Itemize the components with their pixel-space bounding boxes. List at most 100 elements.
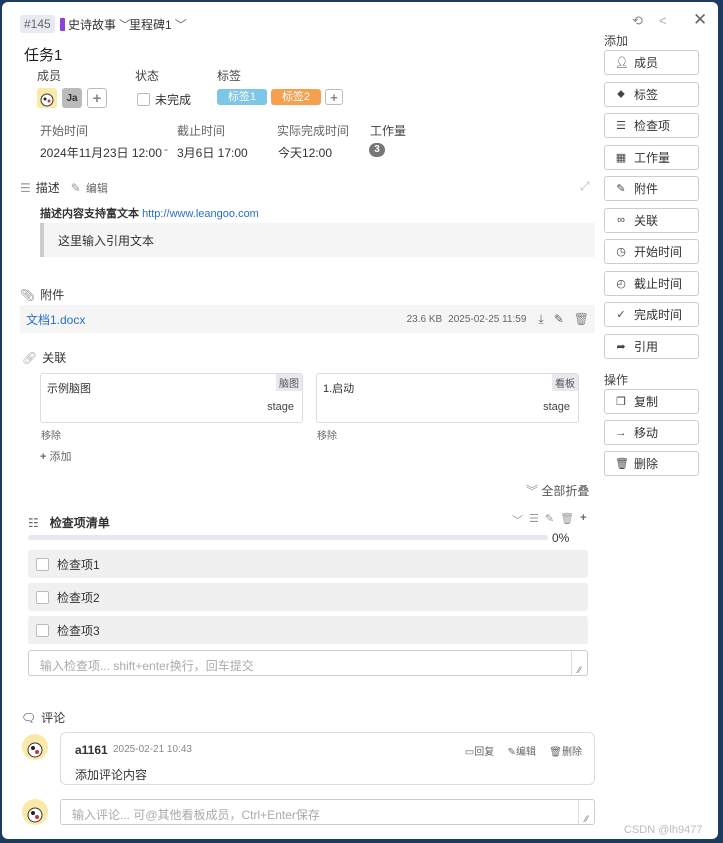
share-icon[interactable]: < xyxy=(659,13,667,28)
pencil-icon[interactable]: ✎ xyxy=(554,312,564,326)
chevron-down-icon[interactable]: ﹀ xyxy=(512,512,523,528)
relation-kind: 脑图 xyxy=(276,374,302,391)
tag-chip[interactable]: 标签1 xyxy=(217,89,267,105)
edit-icon[interactable]: ✎ xyxy=(71,181,81,195)
remove-relation-link[interactable]: 移除 xyxy=(317,427,337,442)
trash-icon[interactable]: 🗑︎ xyxy=(574,312,589,326)
paperclip-icon: ✎ xyxy=(616,183,626,195)
avatar[interactable] xyxy=(37,88,57,108)
milestone-label: 里程碑1 xyxy=(129,18,172,32)
relation-card[interactable]: 示例脑图 脑图 stage xyxy=(40,373,303,423)
delete-comment-button[interactable]: 🗑︎删除 xyxy=(549,747,582,758)
relations-header: 🔗︎ 关联 xyxy=(22,349,66,366)
finish-time-button[interactable]: ✓ 完成时间 xyxy=(604,302,699,327)
add-member-button[interactable]: + xyxy=(87,88,107,108)
attachment-name[interactable]: 文档1.docx xyxy=(26,311,85,328)
description-link[interactable]: http://www.leangoo.com xyxy=(142,208,259,220)
checkbox[interactable] xyxy=(36,590,49,604)
relation-kind: 看板 xyxy=(552,374,578,391)
checklist-item[interactable]: 检查项1 xyxy=(28,550,588,578)
status-toggle[interactable]: 未完成 xyxy=(137,91,191,108)
epic-dropdown[interactable]: 史诗故事 ﹀ xyxy=(60,16,131,33)
description-label: 描述 xyxy=(35,181,60,195)
move-button[interactable]: → 移动 xyxy=(604,420,699,445)
edit-comment-button[interactable]: ✎编辑 xyxy=(508,747,536,758)
checklist-input[interactable]: 输入检查项... shift+enter换行，回车提交 ⁄⁄ xyxy=(28,650,588,676)
checklist-item-label: 检查项1 xyxy=(57,557,100,572)
member-button[interactable]: 👤︎ 成员 xyxy=(604,50,699,75)
comment-actions: ▭回复 ✎编辑 🗑︎删除 xyxy=(455,743,582,758)
paperclip-icon: 📎︎ xyxy=(20,287,36,302)
resize-handle[interactable]: ⁄⁄ xyxy=(578,800,594,824)
reply-button[interactable]: ▭回复 xyxy=(465,747,494,758)
relation-stage: stage xyxy=(267,401,294,413)
plus-icon: + xyxy=(40,451,47,463)
add-tag-button[interactable]: + xyxy=(325,89,343,105)
description-text: 描述内容支持富文本 http://www.leangoo.com xyxy=(40,205,259,221)
description-header: ☰ 描述 ✎ 编辑 xyxy=(20,179,108,196)
add-relation-button[interactable]: + 添加 xyxy=(40,448,72,464)
description-quote: 这里输入引用文本 xyxy=(40,223,595,257)
relation-card[interactable]: 1.启动 看板 stage xyxy=(316,373,579,423)
checklist-actions: ﹀ ☰ ✎ 🗑︎ + xyxy=(512,512,587,528)
arrow-right-icon: → xyxy=(615,426,627,439)
checklist-item[interactable]: 检查项2 xyxy=(28,583,588,611)
relation-label: 关联 xyxy=(634,213,659,228)
comment-card: a1161 2025-02-21 10:43 ▭回复 ✎编辑 🗑︎删除 添加评论… xyxy=(60,732,595,785)
pencil-icon[interactable]: ✎ xyxy=(545,512,554,528)
due-time-value[interactable]: 3月6日 17:00 xyxy=(177,144,248,161)
close-icon[interactable]: ✕ xyxy=(693,10,707,30)
attachments-header: 📎︎ 附件 xyxy=(20,286,64,303)
delete-button[interactable]: 🗑︎ 删除 xyxy=(604,451,699,476)
checklist-header: ☷ 检查项清单 xyxy=(28,514,110,531)
checkbox[interactable] xyxy=(36,623,49,637)
download-icon[interactable]: ⤓ xyxy=(538,312,543,327)
due-time-label: 截止时间 xyxy=(177,124,226,138)
checklist-title[interactable]: 检查项清单 xyxy=(50,514,110,531)
clock-icon: ◴ xyxy=(616,277,626,290)
task-id-badge: #145 xyxy=(20,15,55,33)
workload-button[interactable]: ▦ 工作量 xyxy=(604,144,699,170)
remove-relation-link[interactable]: 移除 xyxy=(41,427,61,442)
tag-chip[interactable]: 标签2 xyxy=(271,89,321,105)
status-checkbox[interactable] xyxy=(137,93,150,106)
add-relation-label: 添加 xyxy=(49,451,72,463)
checklist-item[interactable]: 检查项3 xyxy=(28,616,588,644)
task-title[interactable]: 任务1 xyxy=(24,44,62,65)
comment-input[interactable]: 输入评论... 可@其他看板成员，Ctrl+Enter保存 ⁄⁄ xyxy=(60,799,595,825)
relations-label: 关联 xyxy=(42,351,67,365)
start-time-value[interactable]: 2024年11月23日 12:00 xyxy=(40,144,162,161)
start-time-button[interactable]: ◷ 开始时间 xyxy=(604,239,699,264)
list-icon: ☰ xyxy=(616,120,626,132)
plus-icon[interactable]: + xyxy=(580,512,586,528)
date-separator: - xyxy=(164,142,168,156)
checklist-button[interactable]: ☰ 检查项 xyxy=(604,113,699,138)
expand-icon[interactable]: ⤢ xyxy=(580,179,590,194)
trash-icon[interactable]: 🗑︎ xyxy=(560,512,574,528)
due-time-button[interactable]: ◴ 截止时间 xyxy=(604,270,699,296)
due-time-label: 截止时间 xyxy=(634,276,683,291)
avatar-ja[interactable]: Ja xyxy=(62,88,82,108)
collapse-all-button[interactable]: ︾ 全部折叠 xyxy=(526,482,589,499)
tags-list: 标签1 标签2 + xyxy=(217,89,343,105)
collapse-all-label: 全部折叠 xyxy=(541,484,590,498)
history-icon[interactable]: ⟲ xyxy=(632,13,643,29)
checkbox[interactable] xyxy=(36,557,49,571)
actual-time-value[interactable]: 今天12:00 xyxy=(278,144,332,161)
edit-description-button[interactable]: 编辑 xyxy=(86,180,108,196)
copy-button[interactable]: ❐ 复制 xyxy=(604,389,699,414)
workload-badge[interactable]: 3 xyxy=(369,143,385,157)
milestone-dropdown[interactable]: 里程碑1 ﹀ xyxy=(129,16,187,33)
checklist-placeholder: 输入检查项... shift+enter换行，回车提交 xyxy=(40,659,254,673)
grid-icon: ▦ xyxy=(615,151,627,164)
copy-icon: ❐ xyxy=(616,396,626,408)
attachment-button[interactable]: ✎ 附件 xyxy=(604,176,699,201)
reference-button[interactable]: ➦ 引用 xyxy=(604,333,699,359)
sort-icon[interactable]: ☰ xyxy=(529,512,539,528)
status-label: 状态 xyxy=(135,69,160,83)
clock-icon: ◷ xyxy=(616,246,626,258)
relation-button[interactable]: ∞ 关联 xyxy=(604,207,699,233)
resize-handle[interactable]: ⁄⁄ xyxy=(571,651,587,675)
tag-button[interactable]: ⬥ 标签 xyxy=(604,81,699,107)
comment-author: a1161 xyxy=(75,743,108,757)
